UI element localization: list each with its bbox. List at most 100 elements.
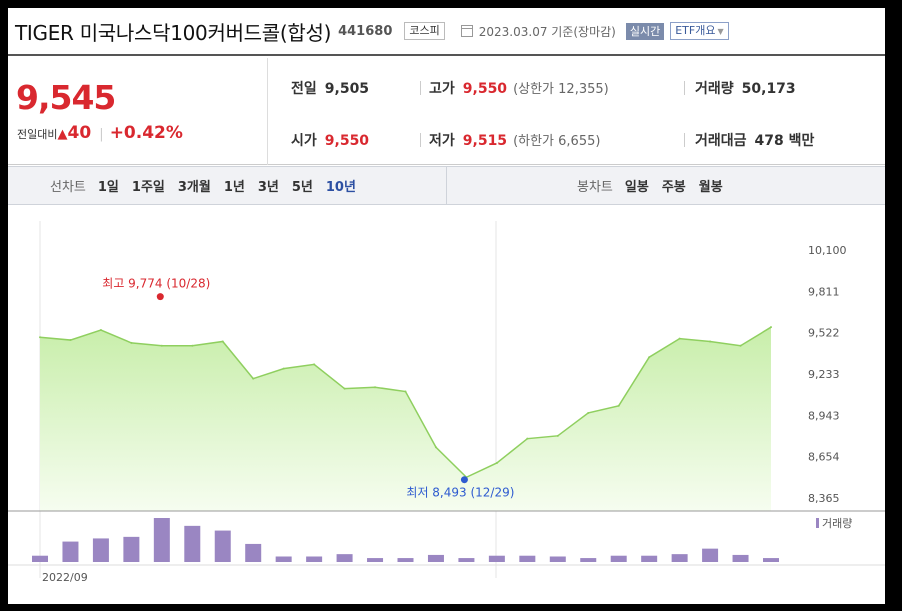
price-point: [160, 344, 163, 347]
price-point: [526, 437, 529, 440]
price-point: [374, 386, 377, 389]
price-point: [587, 411, 590, 414]
max-annotation: 최고 9,774 (10/28): [102, 277, 210, 291]
tab-3m[interactable]: 3개월: [178, 176, 211, 195]
divider: [684, 81, 685, 95]
y-tick-label: 8,943: [808, 409, 840, 422]
etf-overview-button[interactable]: ETF개요 ▼: [670, 22, 729, 40]
min-annotation: 최저 8,493 (12/29): [406, 486, 514, 500]
volume-bar: [488, 555, 505, 562]
divider: [684, 133, 685, 147]
price-point: [282, 367, 285, 370]
calendar-icon: [460, 25, 473, 37]
price-point: [709, 340, 712, 343]
stock-widget: TIGER 미국나스닥100커버드콜(합성) 441680 코스피 2023.0…: [8, 8, 885, 604]
price-point: [770, 326, 772, 329]
current-price: 9,545: [16, 78, 116, 117]
volume-bar: [641, 555, 658, 562]
chart-tabs: 선차트 1일 1주일 3개월 1년 3년 5년 10년 봉차트 일봉 주봉 월봉: [8, 166, 885, 205]
change-separator: |: [99, 127, 104, 142]
tab-1y[interactable]: 1년: [224, 176, 245, 195]
open-value: 9,550: [324, 133, 370, 149]
price-point: [404, 390, 407, 393]
low-label: 저가: [429, 133, 455, 149]
low-price: 저가 9,515 (하한가 6,655): [429, 130, 600, 150]
tab-weekly[interactable]: 주봉: [662, 176, 686, 195]
tab-10y[interactable]: 10년: [326, 176, 356, 195]
high-price: 고가 9,550 (상한가 12,355): [429, 78, 609, 98]
prev-close-value: 9,505: [324, 81, 370, 97]
tab-1d[interactable]: 1일: [98, 176, 119, 195]
line-chart-tabs: 선차트 1일 1주일 3개월 1년 3년 5년 10년: [50, 167, 369, 204]
tab-monthly[interactable]: 월봉: [699, 176, 723, 195]
volume-value: 50,173: [741, 81, 796, 97]
prev-close-label: 전일: [291, 81, 317, 97]
volume-bar: [671, 554, 688, 562]
volume-bar: [184, 525, 201, 562]
price-point: [130, 341, 133, 344]
max-marker: [156, 293, 164, 301]
current-price-box: 9,545 전일대비▲40 | +0.42%: [8, 58, 268, 165]
price-point: [69, 339, 72, 342]
volume-bar: [763, 558, 779, 562]
base-date: 2023.03.07 기준(장마감): [478, 24, 616, 39]
volume-bar: [702, 548, 719, 562]
volume-bar: [732, 554, 749, 562]
etf-overview-label: ETF개요: [675, 24, 716, 37]
price-point: [678, 337, 681, 340]
volume-bar: [336, 554, 353, 562]
min-marker: [460, 476, 468, 484]
high-value: 9,550: [462, 81, 508, 97]
open-label: 시가: [291, 133, 317, 149]
trade-amount: 거래대금 478 백만: [695, 130, 814, 150]
tab-1w[interactable]: 1주일: [132, 176, 165, 195]
price-summary: 9,545 전일대비▲40 | +0.42% 전일 9,505 고가 9,550 (상한…: [8, 58, 885, 165]
tab-divider: [446, 167, 447, 204]
volume-bar: [427, 554, 444, 562]
y-tick-label: 9,233: [808, 368, 840, 381]
price-point: [99, 329, 102, 332]
volume-bar: [306, 556, 323, 562]
tab-3y[interactable]: 3년: [258, 176, 279, 195]
volume-label: 거래량: [695, 81, 734, 97]
price-point: [221, 340, 224, 343]
chevron-down-icon: ▼: [717, 27, 724, 36]
price-point: [495, 461, 498, 464]
title-bar: TIGER 미국나스닥100커버드콜(합성) 441680 코스피 2023.0…: [8, 8, 885, 56]
y-tick-label: 9,522: [808, 327, 840, 340]
price-point: [39, 336, 41, 339]
volume-legend-label: 거래량: [822, 517, 853, 530]
volume-bar: [458, 558, 475, 562]
divider: [420, 133, 421, 147]
change-percent: +0.42%: [109, 123, 183, 143]
candle-chart-tabs: 봉차트 일봉 주봉 월봉: [577, 167, 736, 204]
tab-daily[interactable]: 일봉: [625, 176, 649, 195]
volume-bar: [245, 543, 262, 562]
market-badge: 코스피: [404, 22, 445, 40]
price-chart[interactable]: 10,100 9,811 9,522 9,233 8,943 8,654 8,365 최고 9…: [8, 206, 885, 604]
low-value: 9,515: [462, 133, 508, 149]
prev-close: 전일 9,505: [291, 78, 369, 98]
price-point: [739, 344, 742, 347]
line-chart-title: 선차트: [50, 180, 86, 195]
x-tick-label: 2022/09: [42, 571, 88, 584]
volume-bar: [62, 541, 79, 562]
volume-bar: [32, 555, 48, 562]
change-label: 전일대비: [17, 128, 58, 141]
price-point: [556, 434, 559, 437]
stock-name: TIGER 미국나스닥100커버드콜(합성): [15, 20, 332, 45]
y-tick-label: 9,811: [808, 285, 840, 298]
volume-bar: [549, 556, 566, 562]
volume: 거래량 50,173: [695, 78, 796, 98]
tab-5y[interactable]: 5년: [292, 176, 313, 195]
volume-legend-swatch: [816, 518, 819, 528]
change-value: 40: [67, 123, 92, 143]
volume-bar: [519, 555, 536, 562]
volume-bar: [123, 536, 140, 562]
y-tick-label: 10,100: [808, 244, 847, 257]
price-point: [343, 387, 346, 390]
lower-limit: (하한가 6,655): [513, 134, 601, 149]
realtime-button[interactable]: 실시간: [625, 22, 665, 40]
price-point: [252, 377, 255, 380]
candle-chart-title: 봉차트: [577, 180, 613, 195]
